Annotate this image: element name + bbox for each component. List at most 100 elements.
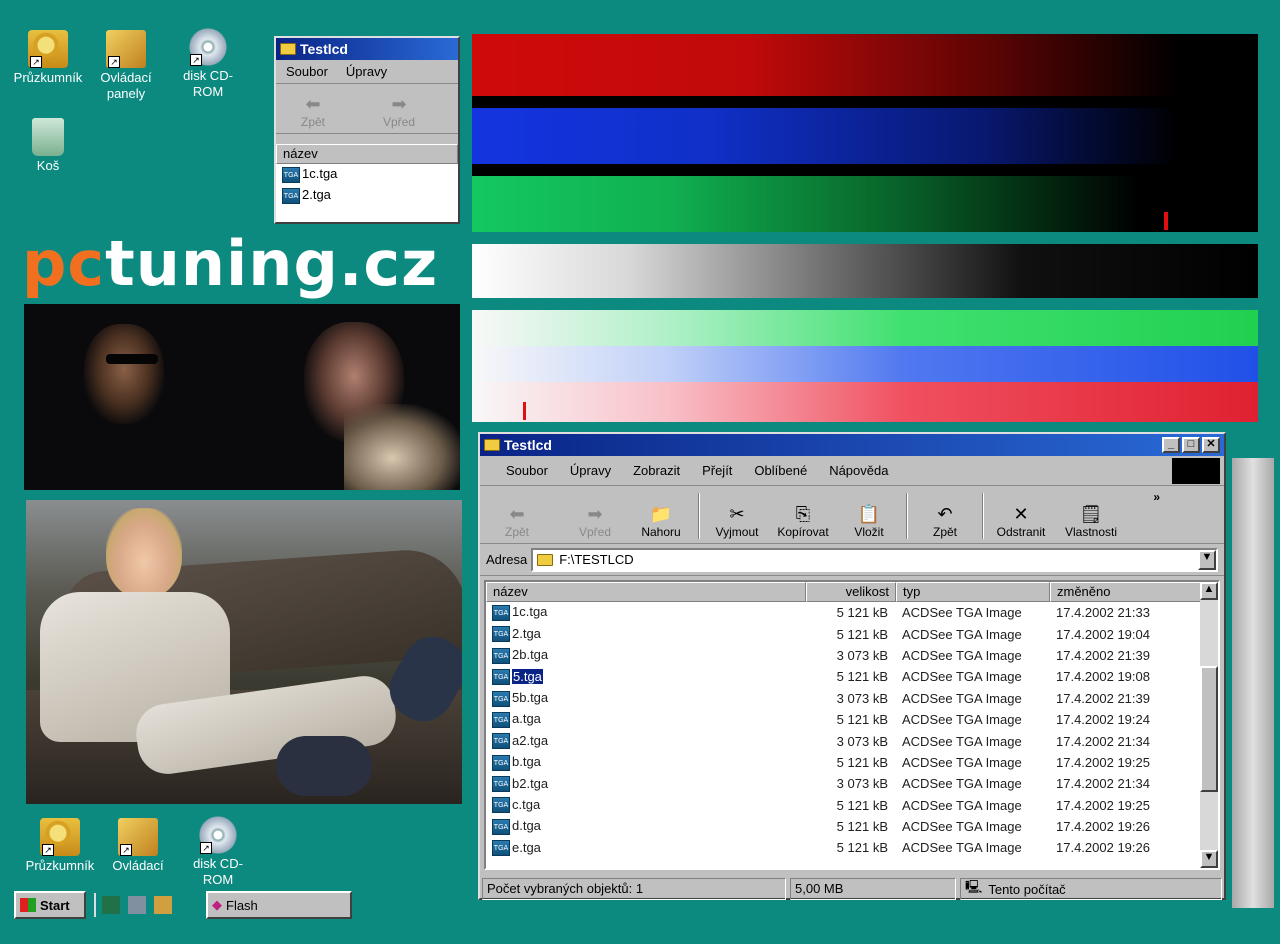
table-row[interactable]: TGA 2.tga 5 121 kB ACDSee TGA Image 17.4.200… (486, 623, 1202, 644)
address-dropdown-button[interactable]: ▼ (1198, 549, 1216, 570)
main-explorer-window[interactable]: Testlcd _ □ ✕ Soubor Úpravy Zobrazit Pře… (478, 432, 1226, 900)
menu-prejit[interactable]: Přejít (702, 463, 732, 478)
scroll-down-button[interactable]: ▼ (1200, 850, 1218, 868)
main-window-title: Testlcd (504, 437, 552, 453)
table-row[interactable]: TGA 1c.tga 5 121 kB ACDSee TGA Image 17.4.20… (486, 602, 1202, 623)
column-name[interactable]: název (486, 582, 806, 602)
recycle-bin-icon (32, 118, 64, 156)
back-button[interactable]: ⬅ Zpět (486, 503, 548, 539)
list-item[interactable]: TGA 2.tga (276, 187, 458, 208)
taskbar-flash-button[interactable]: ◆ Flash (206, 891, 352, 919)
list-item[interactable]: TGA 1c.tga (276, 166, 458, 187)
toolbar-more-button[interactable]: » (1130, 490, 1160, 504)
vertical-scrollbar[interactable]: ▲ ▼ (1200, 582, 1218, 868)
menu-soubor[interactable]: Soubor (286, 64, 328, 79)
desktop-icon-control-panel[interactable]: ↗ Ovládací (98, 818, 178, 874)
scroll-thumb[interactable] (1200, 666, 1218, 792)
column-type[interactable]: typ (896, 582, 1050, 602)
small-window-menubar: Soubor Úpravy (276, 60, 458, 84)
tga-file-icon: TGA (492, 733, 510, 750)
table-row[interactable]: TGA e.tga 5 121 kB ACDSee TGA Image 17.4.200… (486, 837, 1202, 858)
small-window-title: Testlcd (300, 41, 348, 57)
cell-type: ACDSee TGA Image (902, 776, 1022, 792)
column-modified[interactable]: změněno (1050, 582, 1204, 602)
scroll-up-button[interactable]: ▲ (1200, 582, 1218, 600)
small-window-titlebar[interactable]: Testlcd (276, 38, 458, 60)
toolbar-separator (906, 493, 908, 539)
delete-label: Odstranit (996, 525, 1046, 539)
desktop-icon-explorer[interactable]: ↗ Průzkumník (8, 30, 88, 86)
desktop-icon-control-panel[interactable]: ↗ Ovládací panely (86, 30, 166, 102)
menu-oblibene[interactable]: Oblíbené (754, 463, 807, 478)
table-row[interactable]: TGA 5b.tga 3 073 kB ACDSee TGA Image 17.4.20… (486, 688, 1202, 709)
back-label: Zpět (300, 115, 325, 129)
quick-launch-icon[interactable] (128, 896, 146, 914)
cut-button[interactable]: ✂ Vyjmout (706, 503, 768, 539)
desktop-icon-recycle-bin[interactable]: Koš (8, 118, 88, 174)
cell-type: ACDSee TGA Image (902, 754, 1022, 770)
scissors-icon: ✂ (729, 504, 745, 524)
menu-zobrazit[interactable]: Zobrazit (633, 463, 680, 478)
menu-napoveda[interactable]: Nápověda (829, 463, 888, 478)
table-row[interactable]: TGA 2b.tga 3 073 kB ACDSee TGA Image 17.4.20… (486, 645, 1202, 666)
cell-size: 5 121 kB (836, 819, 888, 835)
table-row[interactable]: TGA d.tga 5 121 kB ACDSee TGA Image 17.4.200… (486, 816, 1202, 837)
maximize-button[interactable]: □ (1182, 437, 1200, 453)
desktop-icon-label: Ovládací (112, 858, 164, 873)
desktop-icon-label: disk CD-ROM (183, 68, 233, 99)
cell-name: TGA d.tga (486, 816, 806, 837)
back-button[interactable]: ⬅ Zpět (282, 93, 344, 129)
cell-name: TGA 5b.tga (486, 688, 806, 709)
cell-modified: 17.4.2002 19:08 (1056, 669, 1150, 685)
address-bar: Adresa F:\TESTLCD ▼ (480, 544, 1224, 576)
menu-upravy[interactable]: Úpravy (570, 463, 611, 478)
address-input[interactable]: F:\TESTLCD ▼ (531, 547, 1218, 572)
column-name[interactable]: název (276, 144, 458, 164)
delete-button[interactable]: ✕ Odstranit (990, 503, 1052, 539)
grayscale-gradient-bar (472, 244, 1258, 298)
table-row[interactable]: TGA a.tga 5 121 kB ACDSee TGA Image 17.4.200… (486, 709, 1202, 730)
cell-size: 3 073 kB (836, 733, 888, 749)
cell-size: 3 073 kB (836, 776, 888, 792)
cell-name: TGA b.tga (486, 752, 806, 773)
blue-gradient-bar (472, 108, 1258, 164)
main-window-titlebar[interactable]: Testlcd _ □ ✕ (480, 434, 1224, 456)
quick-launch-icon[interactable] (102, 896, 120, 914)
menu-upravy[interactable]: Úpravy (346, 64, 387, 79)
paste-button[interactable]: 📋 Vložit (838, 503, 900, 539)
cell-name: TGA a.tga (486, 709, 806, 730)
file-name: 1c.tga (512, 604, 548, 620)
copy-label: Kopírovat (777, 525, 829, 539)
table-row[interactable]: TGA b.tga 5 121 kB ACDSee TGA Image 17.4.200… (486, 752, 1202, 773)
copy-button[interactable]: ⎘ Kopírovat (772, 503, 834, 539)
close-button[interactable]: ✕ (1202, 437, 1220, 453)
table-row[interactable]: TGA a2.tga 3 073 kB ACDSee TGA Image 17.4.20… (486, 730, 1202, 751)
desktop-icon-cd-rom[interactable]: ↗ disk CD-ROM (168, 28, 248, 100)
start-button[interactable]: Start (14, 891, 86, 919)
minimize-button[interactable]: _ (1162, 437, 1180, 453)
desktop-icon-explorer[interactable]: ↗ Průzkumník (20, 818, 100, 874)
tga-file-icon: TGA (492, 818, 510, 835)
child-face (106, 508, 182, 598)
table-row[interactable]: TGA 5.tga 5 121 kB ACDSee TGA Image 17.4.200… (486, 666, 1202, 687)
cell-name: TGA 5.tga (486, 666, 806, 687)
small-explorer-window[interactable]: Testlcd Soubor Úpravy ⬅ Zpět ➡ Vpřed název… (274, 36, 460, 224)
undo-label: Zpět (932, 525, 957, 539)
undo-button[interactable]: ↶ Zpět (914, 503, 976, 539)
menu-soubor[interactable]: Soubor (506, 463, 548, 478)
up-button[interactable]: 📁 Nahoru (630, 503, 692, 539)
column-size[interactable]: velikost (806, 582, 896, 602)
table-row[interactable]: TGA b2.tga 3 073 kB ACDSee TGA Image 17.4.20… (486, 773, 1202, 794)
table-row[interactable]: TGA c.tga 5 121 kB ACDSee TGA Image 17.4.200… (486, 795, 1202, 816)
forward-button[interactable]: ➡ Vpřed (368, 93, 430, 129)
properties-button[interactable]: 🗒 Vlastnosti (1056, 503, 1126, 539)
dark-movie-photo (24, 304, 460, 490)
tga-file-icon: TGA (492, 604, 510, 621)
forward-button[interactable]: ➡ Vpřed (564, 503, 626, 539)
file-name: b2.tga (512, 775, 549, 791)
quick-launch-icon[interactable] (154, 896, 172, 914)
desktop-icon-cd-rom[interactable]: ↗ disk CD-ROM (178, 816, 258, 888)
address-label: Adresa (486, 552, 528, 567)
main-window-menubar: Soubor Úpravy Zobrazit Přejít Oblíbené N… (480, 456, 1224, 486)
flash-icon: ◆ (212, 897, 222, 912)
